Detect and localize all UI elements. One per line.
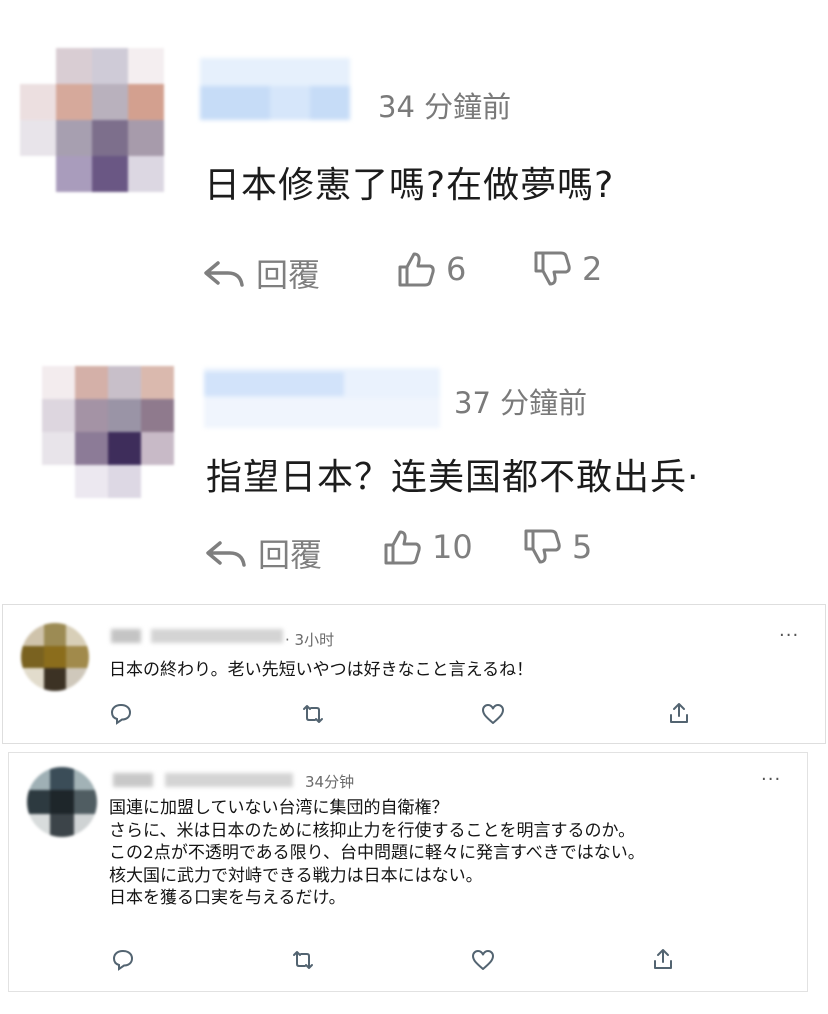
tweet-line: この2点が不透明である限り、台中問題に軽々に発言すべきではない。 xyxy=(109,843,645,863)
dislike-count: 2 xyxy=(582,250,603,288)
dislike-button[interactable]: 2 xyxy=(532,250,602,288)
tweet-line: 日本を獲る口実を与えるだけ。 xyxy=(109,888,346,908)
like-button[interactable] xyxy=(471,949,495,971)
reply-arrow-icon xyxy=(204,261,244,287)
username-redacted[interactable] xyxy=(200,58,350,122)
speech-bubble-icon xyxy=(112,949,134,971)
thumbs-down-icon xyxy=(534,251,571,286)
retweet-icon xyxy=(293,951,313,969)
username-redacted[interactable] xyxy=(113,773,293,787)
reply-button[interactable] xyxy=(109,703,133,725)
avatar[interactable] xyxy=(27,767,97,837)
comment-text: 日本修憲了嗎?在做夢嗎? xyxy=(204,165,615,206)
like-button[interactable]: 10 xyxy=(382,528,473,566)
dislike-count: 5 xyxy=(572,528,593,566)
tweet-line: 国連に加盟していない台湾に集団的自衛権？ xyxy=(109,798,449,818)
tweet-line: さらに、米は日本のために核抑止力を行使することを明言するのか。 xyxy=(109,820,636,841)
retweet-icon xyxy=(303,705,323,723)
username-redacted[interactable] xyxy=(111,629,283,643)
avatar[interactable] xyxy=(21,623,89,691)
tweet-line: 日本の終わり。老い先短いやつは好きなこと言えるね！ xyxy=(109,660,534,680)
dislike-button[interactable]: 5 xyxy=(522,528,592,566)
share-icon xyxy=(654,949,672,969)
tweet-text: 国連に加盟していない台湾に集団的自衛権？ さらに、米は日本のために核抑止力を行使… xyxy=(109,797,645,910)
tweet-text: 日本の終わり。老い先短いやつは好きなこと言えるね！ xyxy=(109,659,533,682)
retweet-button[interactable] xyxy=(301,703,325,725)
reply-arrow-icon xyxy=(206,541,246,567)
reply-button[interactable]: 回覆 xyxy=(204,530,322,576)
more-options-button[interactable]: ··· xyxy=(761,769,781,790)
heart-icon xyxy=(482,704,504,724)
timestamp: 34 分鐘前 xyxy=(378,90,512,124)
tweet-card-2: 34分钟 ··· 国連に加盟していない台湾に集団的自衛権？ さらに、米は日本のた… xyxy=(8,752,808,992)
reply-label: 回覆 xyxy=(256,256,321,294)
tweet-time: · 3小时 xyxy=(285,631,335,649)
like-count: 6 xyxy=(446,250,467,288)
avatar[interactable] xyxy=(42,366,174,498)
share-icon xyxy=(670,703,688,723)
tweet-time: 34分钟 xyxy=(305,773,355,791)
tweet-line: 核大国に武力で対峙できる戦力は日本にはない。 xyxy=(109,865,483,886)
timestamp: 37 分鐘前 xyxy=(454,386,588,420)
thumbs-up-icon xyxy=(384,530,421,565)
like-button[interactable]: 6 xyxy=(396,250,466,288)
share-button[interactable] xyxy=(667,701,691,725)
share-button[interactable] xyxy=(651,947,675,971)
thumbs-up-icon xyxy=(398,252,435,287)
comment-text: 指望日本？连美国都不敢出兵· xyxy=(206,457,700,498)
avatar[interactable] xyxy=(20,48,164,192)
like-count: 10 xyxy=(432,528,473,566)
thumbs-down-icon xyxy=(524,529,561,564)
username-redacted[interactable] xyxy=(204,368,440,430)
speech-bubble-icon xyxy=(110,703,132,725)
reply-button[interactable]: 回覆 xyxy=(202,250,320,296)
tweet-card-1: · 3小时 ··· 日本の終わり。老い先短いやつは好きなこと言えるね！ xyxy=(2,604,826,744)
reply-button[interactable] xyxy=(111,949,135,971)
more-options-button[interactable]: ··· xyxy=(779,625,799,646)
reply-label: 回覆 xyxy=(258,536,323,574)
heart-icon xyxy=(472,950,494,970)
retweet-button[interactable] xyxy=(291,949,315,971)
like-button[interactable] xyxy=(481,703,505,725)
